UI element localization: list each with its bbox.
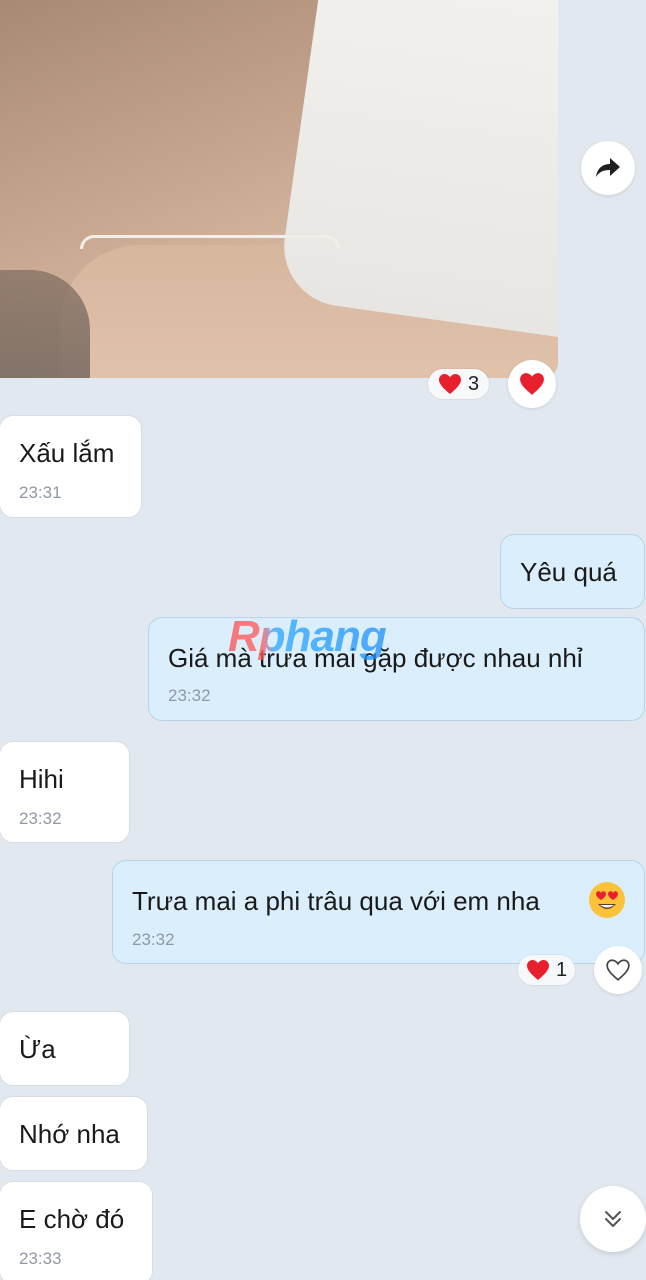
message-time: 23:32 xyxy=(168,686,211,705)
message-time: 23:32 xyxy=(19,809,62,828)
message-text: Yêu quá xyxy=(520,557,617,587)
photo-detail xyxy=(80,235,340,249)
message-time: 23:32 xyxy=(132,930,175,949)
react-button[interactable] xyxy=(508,360,556,408)
reaction-count: 3 xyxy=(468,372,480,395)
reaction-summary[interactable]: 3 xyxy=(428,369,490,399)
react-button[interactable] xyxy=(594,946,642,994)
message-bubble-outgoing[interactable]: Yêu quá xyxy=(500,534,645,609)
message-bubble-incoming[interactable]: Ừa xyxy=(0,1011,130,1086)
message-bubble-incoming[interactable]: Hihi 23:32 xyxy=(0,741,130,843)
message-bubble-incoming[interactable]: Xấu lắm 23:31 xyxy=(0,415,142,518)
message-bubble-outgoing[interactable]: Giá mà trưa mai gặp được nhau nhỉ 23:32 xyxy=(148,617,645,721)
heart-icon xyxy=(527,960,549,980)
watermark: Rphang xyxy=(228,612,387,661)
message-time: 23:31 xyxy=(19,483,62,502)
forward-button[interactable] xyxy=(581,141,635,195)
forward-icon xyxy=(596,158,620,177)
message-bubble-incoming[interactable]: E chờ đó 23:33 xyxy=(0,1181,153,1280)
chevron-double-down-icon xyxy=(605,1211,621,1227)
message-text: Hihi xyxy=(19,764,64,794)
reaction-count: 1 xyxy=(556,958,568,981)
message-bubble-incoming[interactable]: Nhớ nha xyxy=(0,1096,148,1171)
photo-detail xyxy=(276,0,558,340)
smiling-face-heart-eyes-emoji xyxy=(588,881,626,923)
message-text: Xấu lắm xyxy=(19,438,115,468)
scroll-to-bottom-button[interactable] xyxy=(580,1186,646,1252)
message-text: Trưa mai a phi trâu qua với em nha xyxy=(132,886,540,916)
image-message-photo[interactable] xyxy=(0,0,558,378)
message-text: Nhớ nha xyxy=(19,1119,120,1149)
message-bubble-outgoing[interactable]: Trưa mai a phi trâu qua với em nha 23:32 xyxy=(112,860,645,964)
message-text: Ừa xyxy=(19,1034,56,1064)
message-text: E chờ đó xyxy=(19,1204,125,1234)
heart-icon xyxy=(439,374,461,394)
message-time: 23:33 xyxy=(19,1249,62,1268)
reaction-summary[interactable]: 1 xyxy=(518,955,576,985)
heart-outline-icon xyxy=(606,959,630,981)
heart-icon xyxy=(520,373,544,395)
